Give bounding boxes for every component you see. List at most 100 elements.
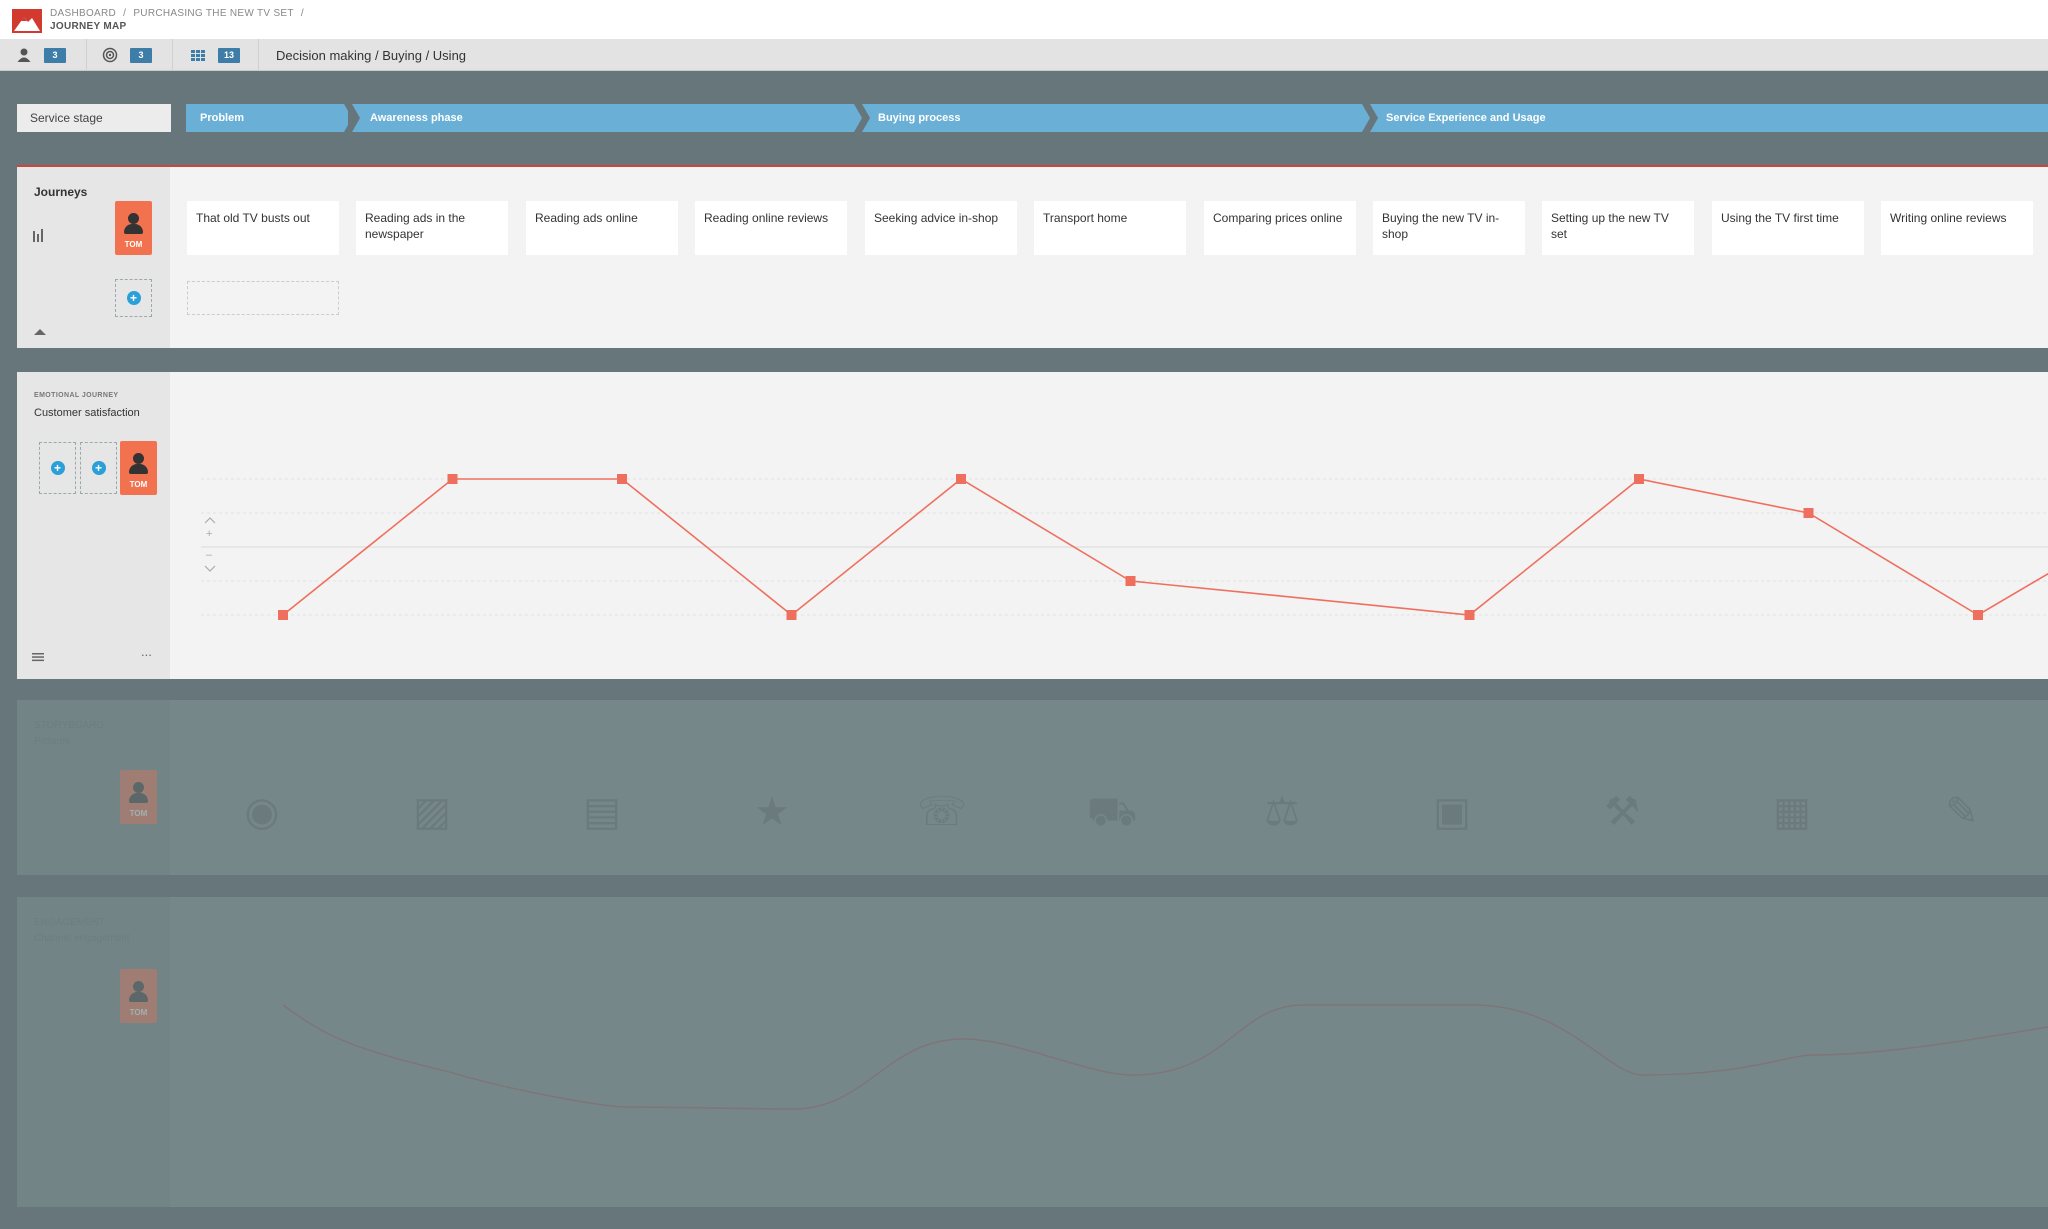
bar-chart-icon[interactable] bbox=[32, 227, 46, 243]
stage-problem[interactable]: Problem bbox=[186, 104, 344, 132]
goals-filter[interactable]: 3 bbox=[102, 39, 152, 71]
personas-filter[interactable]: 3 bbox=[16, 39, 66, 71]
persona-avatar[interactable]: TOM bbox=[120, 441, 157, 495]
chart-grid bbox=[201, 478, 2048, 616]
emotional-journey-panel: EMOTIONAL JOURNEY Customer satisfaction … bbox=[17, 372, 2048, 679]
engagement-title: Channel engagement bbox=[34, 933, 130, 944]
stage-chevron bbox=[1362, 104, 1370, 132]
persona-name: TOM bbox=[124, 240, 143, 249]
watching-tv-illustration-icon: ▦ bbox=[1773, 790, 1811, 834]
storyboard-caption: STORYBOARD bbox=[34, 720, 104, 731]
journey-step-card[interactable]: That old TV busts out bbox=[187, 201, 339, 255]
breadcrumb-project[interactable]: PURCHASING THE NEW TV SET bbox=[133, 8, 293, 19]
satisfaction-point[interactable] bbox=[1973, 610, 1983, 620]
storyboard-sidebar: STORYBOARD Pictures TOM bbox=[17, 700, 170, 875]
chevron-up-icon[interactable] bbox=[33, 327, 47, 337]
journeys-panel: Journeys TOM + That old TV busts out Rea… bbox=[17, 165, 2048, 348]
breadcrumb-dashboard[interactable]: DASHBOARD bbox=[50, 8, 116, 19]
journey-step-card[interactable]: Transport home bbox=[1034, 201, 1186, 255]
breadcrumb: DASHBOARD / PURCHASING THE NEW TV SET / bbox=[50, 8, 308, 19]
journey-step-card[interactable]: Reading online reviews bbox=[695, 201, 847, 255]
persona-head bbox=[133, 981, 144, 992]
app-header: DASHBOARD / PURCHASING THE NEW TV SET / … bbox=[0, 0, 2048, 39]
plus-icon: + bbox=[50, 461, 65, 475]
toolbar-divider bbox=[172, 39, 173, 71]
satisfaction-point[interactable] bbox=[1803, 508, 1814, 518]
satisfaction-point[interactable] bbox=[447, 474, 458, 484]
goals-count-badge: 3 bbox=[130, 47, 152, 63]
minus-icon[interactable]: – bbox=[206, 549, 213, 561]
plus-icon: + bbox=[126, 291, 141, 305]
persona-head bbox=[133, 453, 144, 464]
stage-awareness[interactable]: Awareness phase bbox=[352, 104, 854, 132]
prices-illustration-icon: ⚖ bbox=[1264, 790, 1300, 834]
storyboard-panel: STORYBOARD Pictures TOM ◉ ▨ ▤ ★ ☏ ⛟ ⚖ ▣ … bbox=[17, 700, 2048, 875]
journey-step-card[interactable]: Reading ads in the newspaper bbox=[356, 201, 508, 255]
satisfaction-point[interactable] bbox=[956, 474, 966, 484]
emotional-title: Customer satisfaction bbox=[34, 407, 140, 419]
satisfaction-chart: + – bbox=[201, 474, 2048, 620]
journey-step-card[interactable]: Comparing prices online bbox=[1204, 201, 1356, 255]
emotional-sidebar: EMOTIONAL JOURNEY Customer satisfaction … bbox=[17, 372, 170, 679]
toolbar-divider bbox=[258, 39, 259, 71]
personas-count-badge: 3 bbox=[44, 47, 66, 63]
satisfaction-point[interactable] bbox=[786, 610, 797, 620]
persona-avatar[interactable]: TOM bbox=[115, 201, 152, 255]
journey-step-card[interactable]: Using the TV first time bbox=[1712, 201, 1864, 255]
person-icon bbox=[17, 48, 31, 62]
mountain-logo-icon[interactable] bbox=[12, 9, 42, 33]
add-persona-button[interactable]: + bbox=[115, 279, 152, 317]
stage-chevron bbox=[854, 104, 862, 132]
service-stage-label: Service stage bbox=[17, 104, 171, 132]
persona-body bbox=[129, 793, 148, 803]
laptop-illustration-icon: ▤ bbox=[583, 790, 621, 834]
transport-illustration-icon: ⛟ bbox=[1086, 790, 1138, 834]
breadcrumb-separator: / bbox=[300, 8, 304, 19]
persona-avatar[interactable]: TOM bbox=[120, 770, 157, 824]
more-options-icon[interactable]: ... bbox=[141, 644, 152, 659]
steps-count-badge: 13 bbox=[218, 47, 240, 63]
satisfaction-point[interactable] bbox=[1125, 576, 1136, 586]
add-curve-button[interactable]: + bbox=[39, 442, 76, 494]
stage-chevron-cut bbox=[862, 104, 870, 132]
page-title: JOURNEY MAP bbox=[50, 21, 127, 32]
toolbar-divider bbox=[86, 39, 87, 71]
setup-illustration-icon: ⚒ bbox=[1604, 790, 1640, 834]
stage-service-experience[interactable]: Service Experience and Usage bbox=[1370, 104, 2048, 132]
journey-step-card[interactable]: Seeking advice in-shop bbox=[865, 201, 1017, 255]
persona-body bbox=[124, 224, 143, 234]
scale-controls[interactable]: + – bbox=[204, 517, 216, 572]
writing-review-illustration-icon: ✎ bbox=[1945, 790, 1979, 834]
persona-body bbox=[129, 464, 148, 474]
satisfaction-point[interactable] bbox=[1464, 610, 1475, 620]
plus-icon[interactable]: + bbox=[206, 528, 212, 540]
stage-chevron-cut bbox=[352, 104, 360, 132]
reviews-illustration-icon: ★ bbox=[754, 790, 790, 834]
satisfaction-point[interactable] bbox=[1634, 474, 1644, 484]
stage-chevron-cut bbox=[1370, 104, 1378, 132]
journey-step-card[interactable]: Reading ads online bbox=[526, 201, 678, 255]
steps-filter[interactable]: 13 bbox=[190, 39, 240, 71]
persona-name: TOM bbox=[129, 809, 148, 818]
toolbar: 3 3 13 Decision making / Buying / Using bbox=[0, 39, 2048, 71]
journey-step-card[interactable]: Setting up the new TV set bbox=[1542, 201, 1694, 255]
journey-path: Decision making / Buying / Using bbox=[276, 48, 467, 63]
empty-step-slot[interactable] bbox=[187, 281, 339, 315]
target-icon bbox=[102, 47, 118, 63]
journeys-title: Journeys bbox=[34, 185, 88, 199]
engagement-sidebar: ENGAGEMENT Channel engagement TOM bbox=[17, 897, 170, 1207]
persona-head bbox=[133, 782, 144, 793]
chevron-down-icon[interactable] bbox=[204, 565, 216, 572]
grid-icon bbox=[191, 50, 205, 61]
add-curve-button[interactable]: + bbox=[80, 442, 117, 494]
journey-step-card[interactable]: Writing online reviews bbox=[1881, 201, 2033, 255]
journey-step-card[interactable]: Buying the new TV in-shop bbox=[1373, 201, 1525, 255]
satisfaction-point[interactable] bbox=[617, 474, 627, 484]
satisfaction-point[interactable] bbox=[278, 610, 288, 620]
persona-body bbox=[129, 992, 148, 1002]
chevron-up-icon[interactable] bbox=[204, 517, 216, 524]
persona-name: TOM bbox=[129, 1008, 148, 1017]
persona-avatar[interactable]: TOM bbox=[120, 969, 157, 1023]
stage-buying[interactable]: Buying process bbox=[862, 104, 1362, 132]
hamburger-icon[interactable] bbox=[32, 652, 44, 662]
